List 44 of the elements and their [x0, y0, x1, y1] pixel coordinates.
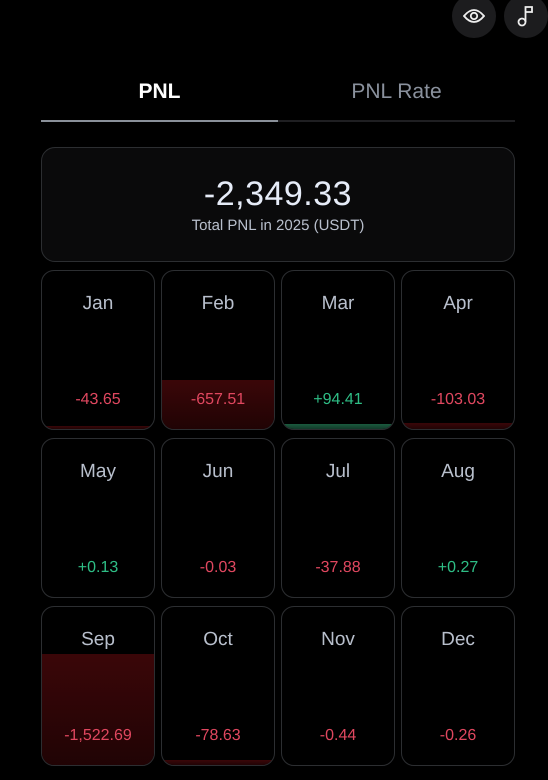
eye-icon	[463, 8, 485, 24]
eye-icon-button[interactable]	[452, 0, 496, 38]
tab[interactable]: PNL	[41, 72, 278, 122]
month-label: Dec	[441, 629, 475, 651]
month-card[interactable]: Aug +0.27	[401, 438, 515, 598]
month-label: Apr	[443, 293, 473, 315]
month-pnl: -0.26	[440, 727, 476, 745]
month-label: Jan	[82, 293, 114, 315]
month-card[interactable]: Apr -103.03	[401, 270, 515, 430]
month-pnl: -78.63	[195, 727, 241, 745]
month-card[interactable]: Nov -0.44	[281, 606, 395, 766]
month-card[interactable]: Jun -0.03	[161, 438, 275, 598]
month-pnl: +0.27	[438, 559, 478, 577]
month-pnl: -37.88	[315, 559, 361, 577]
month-card[interactable]: Sep -1,522.69	[41, 606, 155, 766]
month-label: May	[80, 461, 116, 483]
month-pnl: +94.41	[313, 391, 363, 409]
month-pnl: -657.51	[190, 391, 246, 409]
month-pnl: -1,522.69	[64, 727, 132, 745]
total-value: -2,349.33	[204, 175, 352, 214]
month-card[interactable]: Oct -78.63	[161, 606, 275, 766]
month-pnl: -43.65	[75, 391, 121, 409]
month-label: Mar	[322, 293, 354, 315]
month-label: Jul	[326, 461, 350, 483]
total-caption: Total PNL in 2025 (USDT)	[192, 217, 364, 234]
music-note-button[interactable]	[504, 0, 548, 38]
month-pnl: +0.13	[78, 559, 118, 577]
music-note-icon	[517, 5, 535, 27]
month-card[interactable]: Dec -0.26	[401, 606, 515, 766]
month-label: Nov	[321, 629, 355, 651]
month-card[interactable]: May +0.13	[41, 438, 155, 598]
month-card[interactable]: Jul -37.88	[281, 438, 395, 598]
tab[interactable]: PNL Rate	[278, 72, 515, 122]
month-pnl: -0.44	[320, 727, 356, 745]
month-pnl: -0.03	[200, 559, 236, 577]
month-pnl: -103.03	[430, 391, 486, 409]
month-label: Jun	[202, 461, 234, 483]
month-card[interactable]: Feb -657.51	[161, 270, 275, 430]
month-card[interactable]: Jan -43.65	[41, 270, 155, 430]
month-label: Aug	[441, 461, 475, 483]
month-label: Feb	[202, 293, 234, 315]
month-label: Oct	[203, 629, 233, 651]
month-card[interactable]: Mar +94.41	[281, 270, 395, 430]
month-label: Sep	[81, 629, 115, 651]
